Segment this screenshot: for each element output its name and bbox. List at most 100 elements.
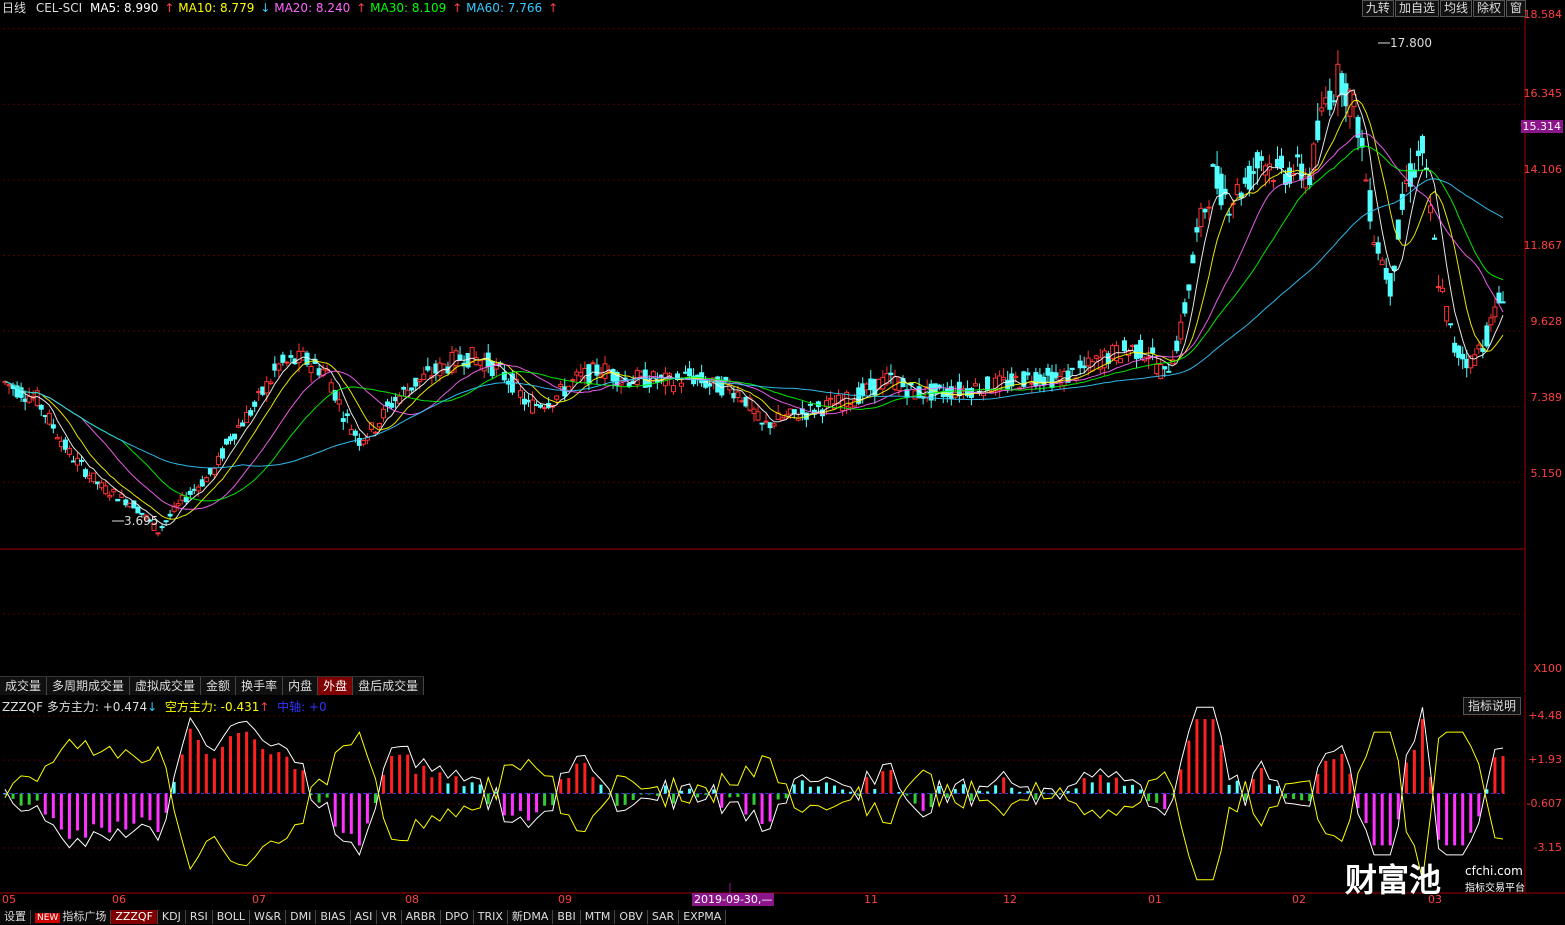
candle-body bbox=[219, 448, 225, 459]
indicator-bar bbox=[3, 793, 7, 795]
candle-body bbox=[385, 401, 391, 407]
indicator-tab[interactable]: KDJ bbox=[157, 910, 186, 924]
volume-tab[interactable]: 外盘 bbox=[318, 677, 354, 695]
ma-line-ma5 bbox=[4, 89, 1504, 526]
volume-tab[interactable]: 金额 bbox=[201, 677, 237, 695]
candle-body bbox=[1202, 208, 1208, 213]
indicator-bar bbox=[744, 793, 748, 815]
ma-button[interactable]: 均线 bbox=[1439, 0, 1472, 17]
candle-body bbox=[1049, 371, 1055, 389]
indicator-tab[interactable]: DPO bbox=[440, 910, 474, 924]
short-arrow-icon: ↑ bbox=[259, 700, 270, 714]
indicator-bar bbox=[59, 793, 63, 830]
indicator-legend: ZZZQF 多方主力: +0.474↓ 空方主力: -0.431↑ 中轴: +0 bbox=[2, 698, 327, 715]
ex-rights-button[interactable]: 除权 bbox=[1472, 0, 1505, 17]
indicator-bar bbox=[1219, 745, 1223, 794]
indicator-bar bbox=[301, 770, 305, 794]
candle-body bbox=[517, 390, 523, 398]
candle-body bbox=[1178, 321, 1184, 340]
indicator-bar bbox=[873, 789, 877, 794]
volume-tab[interactable]: 内盘 bbox=[283, 677, 319, 695]
indicator-bar bbox=[92, 793, 96, 825]
indicator-tab[interactable]: 新DMA bbox=[507, 910, 554, 924]
candle-body bbox=[787, 408, 793, 415]
candle-body bbox=[791, 409, 797, 415]
volume-tab[interactable]: 多周期成交量 bbox=[47, 677, 131, 695]
candle-body bbox=[264, 381, 270, 394]
candle-body bbox=[1218, 173, 1224, 206]
indicator-tab[interactable]: BIAS bbox=[316, 910, 351, 924]
indicator-tab[interactable]: RSI bbox=[185, 910, 213, 924]
candle-body bbox=[1500, 301, 1506, 304]
indicator-tab[interactable]: VR bbox=[377, 910, 402, 924]
price-tick: 5.150 bbox=[1530, 467, 1563, 480]
candle-body bbox=[767, 422, 773, 429]
indicator-tab[interactable]: OBV bbox=[615, 910, 648, 924]
candle-body bbox=[1093, 355, 1099, 359]
candle-body bbox=[58, 440, 64, 448]
volume-tab[interactable]: 成交量 bbox=[0, 677, 48, 695]
kline-chart[interactable] bbox=[0, 0, 1565, 924]
candle-body bbox=[79, 459, 85, 462]
volume-tab[interactable]: 换手率 bbox=[236, 677, 284, 695]
add-watchlist-button[interactable]: 加自选 bbox=[1394, 0, 1439, 17]
price-tick: 9.628 bbox=[1530, 315, 1563, 328]
candle-body bbox=[1226, 213, 1232, 216]
candle-body bbox=[187, 490, 193, 495]
candle-body bbox=[1085, 357, 1091, 367]
indicator-bar bbox=[1420, 719, 1424, 794]
indicator-tabs: 设置 NEW 指标广场 ZZZQF KDJ RSI BOLL W&R DMI BIAS ASI VR A… bbox=[0, 910, 727, 924]
indicator-tab[interactable]: BBI bbox=[553, 910, 581, 924]
indicator-tab[interactable]: BOLL bbox=[212, 910, 251, 924]
candle-body bbox=[985, 376, 991, 391]
indicator-tab[interactable]: ZZZQF bbox=[111, 910, 158, 924]
candle-body bbox=[372, 431, 378, 434]
indicator-bar bbox=[1364, 793, 1368, 823]
arrow-up-icon: ↑ bbox=[164, 1, 175, 15]
candle-body bbox=[1419, 135, 1425, 154]
indicator-bar bbox=[623, 793, 627, 805]
indicator-tab[interactable]: ASI bbox=[350, 910, 378, 924]
indicator-bar bbox=[1275, 786, 1279, 794]
indicator-bar bbox=[1147, 793, 1151, 802]
indicator-explain-button[interactable]: 指标说明 bbox=[1462, 697, 1521, 715]
indicator-tab[interactable]: TRIX bbox=[473, 910, 508, 924]
indicator-tab[interactable]: W&R bbox=[250, 910, 287, 924]
candle-body bbox=[530, 399, 536, 414]
nine-turn-button[interactable]: 九转 bbox=[1361, 0, 1394, 17]
candle-body bbox=[1295, 154, 1301, 158]
indicator-bar bbox=[212, 758, 216, 794]
high-price-label: 17.800 bbox=[1390, 36, 1432, 50]
indicator-bar bbox=[1380, 793, 1384, 846]
candle-body bbox=[1206, 206, 1212, 209]
candle-body bbox=[211, 467, 217, 475]
indicator-tab[interactable]: MTM bbox=[580, 910, 616, 924]
candle-body bbox=[1311, 143, 1317, 171]
watermark-tagline: 指标交易平台 bbox=[1465, 881, 1525, 894]
indicator-bar bbox=[760, 793, 764, 824]
indicator-tab[interactable]: DMI bbox=[286, 910, 317, 924]
volume-tab[interactable]: 盘后成交量 bbox=[353, 677, 425, 695]
indicator-bar bbox=[229, 736, 233, 794]
ma-line-ma60 bbox=[4, 178, 1504, 469]
indicator-bar bbox=[953, 789, 957, 794]
indicator-tab[interactable]: NEW 指标广场 bbox=[31, 910, 112, 924]
indicator-bar bbox=[1163, 793, 1167, 810]
indicator-bar bbox=[204, 754, 208, 794]
indicator-tab[interactable]: EXPMA bbox=[679, 910, 727, 924]
candle-body bbox=[393, 396, 399, 402]
candle-body bbox=[127, 503, 133, 508]
candle-body bbox=[328, 382, 334, 393]
settings-tab[interactable]: 设置 bbox=[0, 910, 31, 924]
candle-body bbox=[1472, 354, 1478, 366]
indicator-bar bbox=[1042, 792, 1046, 794]
candle-body bbox=[763, 420, 769, 423]
indicator-tab[interactable]: ARBR bbox=[401, 910, 441, 924]
candle-body bbox=[83, 469, 89, 478]
indicator-tab[interactable]: SAR bbox=[647, 910, 680, 924]
volume-tab[interactable]: 虚拟成交量 bbox=[130, 677, 202, 695]
candle-body bbox=[272, 363, 278, 371]
candle-body bbox=[135, 506, 141, 514]
candle-body bbox=[1117, 358, 1123, 364]
candle-body bbox=[1162, 366, 1168, 370]
